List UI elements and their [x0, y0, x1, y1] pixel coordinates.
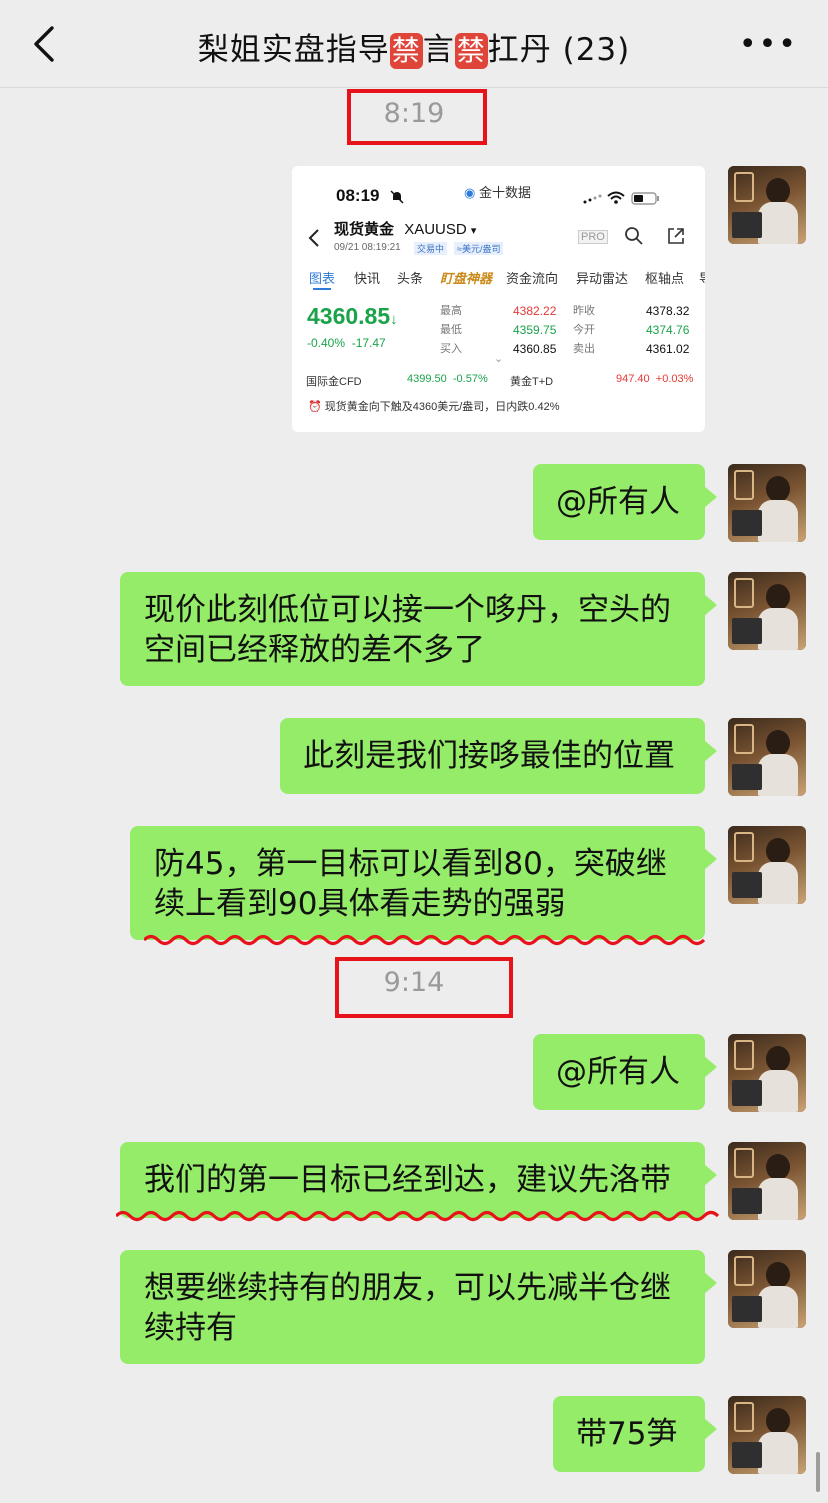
avatar[interactable] — [728, 166, 806, 244]
message-bubble[interactable]: 此刻是我们接哆最佳的位置 — [280, 718, 717, 794]
status-time: 08:19 — [336, 186, 380, 205]
dropdown-icon[interactable]: ▾ — [471, 225, 477, 237]
app-logo-icon: ◉ — [464, 185, 476, 200]
avatar[interactable] — [728, 1396, 806, 1474]
chat-header: 梨姐实盘指导禁言禁扛丹 (23) ••• — [0, 0, 828, 88]
avatar[interactable] — [728, 1034, 806, 1112]
tab-pivot[interactable]: 枢轴点 — [645, 268, 684, 287]
tab-radar[interactable]: 异动雷达 — [576, 268, 628, 287]
search-icon[interactable] — [624, 226, 644, 246]
message-bubble[interactable]: 防45，第一目标可以看到80，突破继 续上看到90具体看走势的强弱 — [130, 826, 717, 940]
unit-badge: ≈美元/盎司 — [454, 242, 504, 255]
td-label: 黄金T+D — [510, 376, 554, 388]
tab-chart[interactable]: 图表 — [309, 268, 335, 287]
share-icon[interactable] — [666, 226, 686, 246]
pro-badge[interactable]: PRO — [578, 230, 608, 244]
more-options-icon[interactable]: ••• — [739, 30, 798, 60]
red-wavy-underline — [116, 1210, 720, 1222]
stat-values-2: 4378.32 4374.76 4361.02 — [646, 304, 690, 356]
tab-flash[interactable]: 快讯 — [354, 268, 380, 287]
quote-screenshot[interactable]: 08:19 ◉ 金十数据 现货黄金 XAUUSD ▾ 09/21 08:19:2… — [292, 166, 705, 432]
message-bubble[interactable]: 想要继续持有的朋友，可以先减半仓继 续持有 — [120, 1250, 717, 1364]
ban-emoji: 禁 — [454, 33, 488, 69]
avatar[interactable] — [728, 572, 806, 650]
price-alert: ⏰ 现货黄金向下触及4360美元/盎司，日内跌0.42% — [308, 401, 560, 413]
expand-caret-icon[interactable]: ⌄ — [494, 352, 503, 365]
message-bubble[interactable]: @所有人 — [533, 464, 717, 540]
red-highlight-box — [347, 89, 487, 145]
back-icon[interactable] — [308, 228, 320, 248]
avatar[interactable] — [728, 826, 806, 904]
quote-datetime: 09/21 08:19:21 — [334, 242, 401, 253]
back-arrow-icon[interactable] — [26, 22, 66, 66]
instrument-name: 现货黄金 XAUUSD ▾ — [334, 221, 477, 238]
scrollbar[interactable] — [816, 1452, 820, 1492]
avatar[interactable] — [728, 718, 806, 796]
message-bubble[interactable]: @所有人 — [533, 1034, 717, 1110]
alarm-icon: ⏰ — [308, 401, 322, 413]
avatar[interactable] — [728, 1250, 806, 1328]
stat-values-1: 4382.22 4359.75 4360.85 — [513, 304, 557, 356]
stat-labels-1: 最高 最低 买入 — [440, 305, 462, 355]
message-bubble[interactable]: 我们的第一目标已经到达，建议先洛带 — [120, 1142, 717, 1218]
tab-headlines[interactable]: 头条 — [397, 268, 423, 287]
tab-watch-tool[interactable]: 盯盘神器 — [440, 268, 492, 287]
trading-badge: 交易中 — [414, 242, 448, 255]
ban-emoji: 禁 — [389, 33, 423, 69]
app-name: ◉ 金十数据 — [464, 185, 531, 200]
cfd-value: 4399.50 -0.57% — [407, 373, 488, 385]
stat-labels-2: 昨收 今开 卖出 — [573, 305, 595, 355]
status-icons — [583, 191, 659, 205]
td-value: 947.40 +0.03% — [616, 373, 694, 385]
red-highlight-box — [335, 957, 513, 1018]
current-price: 4360.85↓ — [307, 303, 398, 329]
avatar[interactable] — [728, 1142, 806, 1220]
tab-fund-flow[interactable]: 资金流向 — [506, 268, 558, 287]
price-change: -0.40% -17.47 — [307, 336, 386, 350]
message-bubble[interactable]: 现价此刻低位可以接一个哆丹，空头的 空间已经释放的差不多了 — [120, 572, 717, 686]
message-bubble[interactable]: 带75笋 — [553, 1396, 717, 1472]
red-wavy-underline — [144, 934, 706, 946]
tab-more[interactable]: 导 — [699, 268, 705, 287]
avatar[interactable] — [728, 464, 806, 542]
active-tab-indicator — [313, 288, 331, 290]
mute-bell-icon — [390, 190, 404, 204]
down-arrow-icon: ↓ — [390, 311, 398, 328]
cfd-label: 国际金CFD — [306, 376, 362, 388]
chat-title: 梨姐实盘指导禁言禁扛丹 (23) — [197, 32, 631, 69]
